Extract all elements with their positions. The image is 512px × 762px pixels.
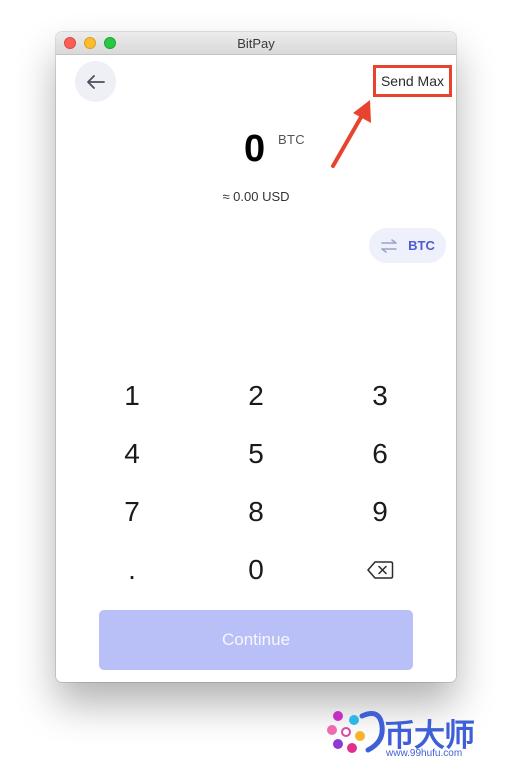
watermark-logo: 币大师 www.99hufu.com bbox=[326, 706, 512, 762]
key-4[interactable]: 4 bbox=[70, 425, 194, 483]
app-window: BitPay Send Max 0 BTC ≈ 0.00 USD BTC 1 2… bbox=[56, 32, 456, 682]
key-5[interactable]: 5 bbox=[194, 425, 318, 483]
continue-button[interactable]: Continue bbox=[99, 610, 413, 670]
window-titlebar: BitPay bbox=[56, 32, 456, 55]
window-title: BitPay bbox=[237, 36, 275, 51]
currency-toggle-button[interactable]: BTC bbox=[369, 228, 446, 263]
arrow-left-icon bbox=[86, 74, 105, 89]
key-decimal[interactable]: . bbox=[70, 541, 194, 599]
key-9[interactable]: 9 bbox=[318, 483, 442, 541]
key-0[interactable]: 0 bbox=[194, 541, 318, 599]
key-backspace[interactable] bbox=[318, 541, 442, 599]
key-1[interactable]: 1 bbox=[70, 367, 194, 425]
key-3[interactable]: 3 bbox=[318, 367, 442, 425]
fiat-equivalent: ≈ 0.00 USD bbox=[222, 189, 290, 204]
send-max-button[interactable]: Send Max bbox=[373, 65, 452, 97]
amount-value: 0 bbox=[244, 128, 266, 170]
back-button[interactable] bbox=[75, 61, 116, 102]
currency-toggle-label: BTC bbox=[408, 238, 435, 253]
amount-display: 0 BTC bbox=[56, 128, 456, 172]
watermark-url: www.99hufu.com bbox=[386, 748, 463, 759]
continue-label: Continue bbox=[221, 630, 291, 649]
key-6[interactable]: 6 bbox=[318, 425, 442, 483]
amount-unit: BTC bbox=[278, 132, 305, 147]
key-7[interactable]: 7 bbox=[70, 483, 194, 541]
backspace-icon bbox=[367, 561, 394, 579]
screenshot-stage: BitPay Send Max 0 BTC ≈ 0.00 USD BTC 1 2… bbox=[0, 0, 512, 762]
send-max-label: Send Max bbox=[380, 73, 445, 89]
key-8[interactable]: 8 bbox=[194, 483, 318, 541]
flower-logo-icon bbox=[327, 711, 385, 753]
key-2[interactable]: 2 bbox=[194, 367, 318, 425]
swap-arrows-icon bbox=[381, 238, 397, 253]
